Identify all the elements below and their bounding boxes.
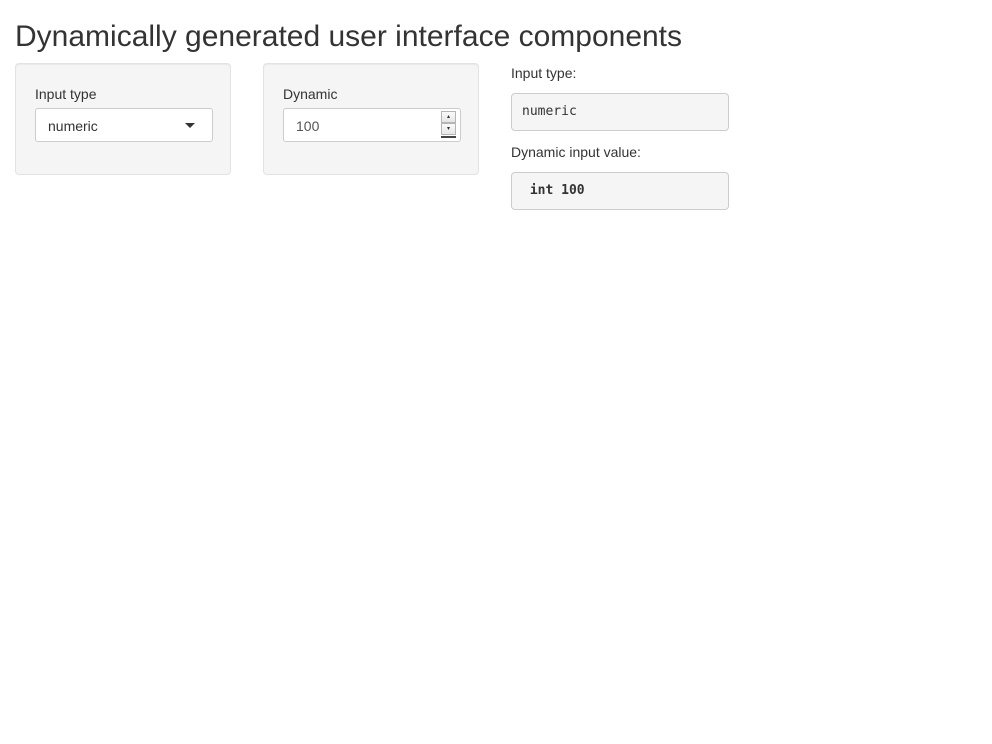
spinner-underline [441,136,456,138]
input-type-output: numeric [511,93,729,131]
dynamic-panel: Dynamic 100 ▴ ▾ [263,63,479,175]
spin-up-icon[interactable]: ▴ [441,111,456,123]
dynamic-numeric-input[interactable]: 100 ▴ ▾ [283,108,461,142]
dynamic-input-value[interactable]: 100 [296,117,319,135]
input-type-selected-value: numeric [48,118,98,134]
number-spinner: ▴ ▾ [441,111,456,138]
chevron-down-icon [185,123,195,128]
input-type-label: Input type [35,86,97,102]
dynamic-value-output: int 100 [511,172,729,210]
dynamic-label: Dynamic [283,86,338,102]
input-type-panel: Input type numeric [15,63,231,175]
page-title: Dynamically generated user interface com… [15,20,683,53]
dynamic-value-output-label: Dynamic input value: [511,144,641,160]
spin-down-icon[interactable]: ▾ [441,123,456,135]
input-type-output-label: Input type: [511,65,577,81]
input-type-select[interactable]: numeric [35,108,213,142]
